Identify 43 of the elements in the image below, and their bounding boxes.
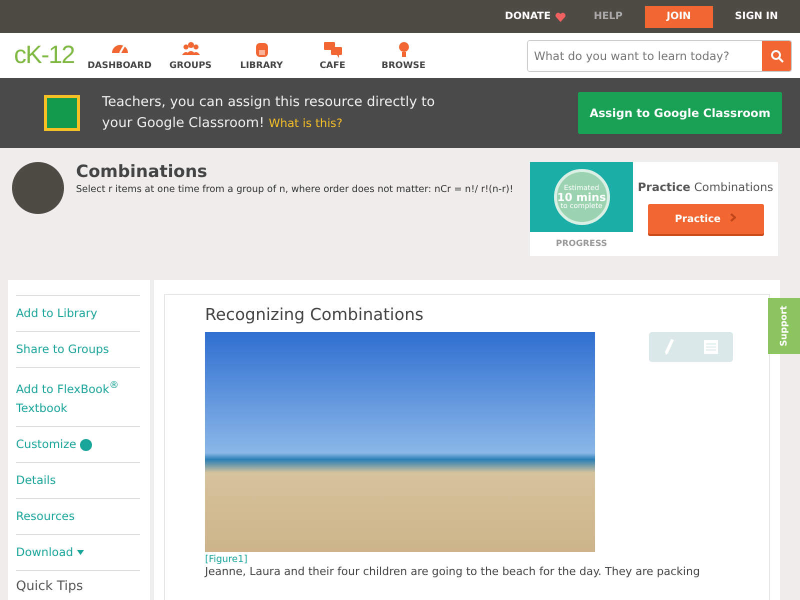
article-paragraph: Jeanne, Laura and their four children are going to the beach for the day. They are packing [205, 565, 701, 578]
assign-button[interactable]: Assign to Google Classroom [578, 92, 782, 134]
search-field[interactable]: What do you want to learn today? [527, 40, 792, 72]
pencil-icon[interactable] [664, 339, 674, 355]
join-button[interactable]: JOIN [644, 6, 713, 28]
heart-icon [554, 12, 566, 22]
what-is-this-link[interactable]: What is this? [268, 116, 343, 130]
practice-title: Practice Combinations [638, 180, 774, 194]
figure-caption[interactable]: [Figure1] [205, 554, 769, 565]
sidebar-link[interactable]: Download [16, 534, 140, 570]
sidebar-link[interactable]: Details [16, 462, 140, 498]
estimate-text: 10 mins [557, 192, 606, 202]
chat-icon [322, 40, 342, 58]
sidebar-link[interactable]: Customize [16, 426, 140, 462]
classroom-icon [44, 95, 80, 131]
practice-button[interactable]: Practice [648, 204, 764, 234]
support-tab[interactable]: Support [768, 298, 800, 354]
logo[interactable]: cK-12 [14, 41, 84, 70]
nav-item[interactable]: CAFE [297, 40, 368, 71]
nav-item[interactable]: GROUPS [155, 40, 226, 71]
notes-icon[interactable] [704, 340, 718, 354]
nav-item[interactable]: DASHBOARD [84, 40, 155, 71]
chevron-icon [730, 213, 736, 222]
progress-label: PROGRESS [556, 239, 608, 249]
concept-title: Combinations [76, 162, 208, 182]
nav-item[interactable]: LIBRARY [226, 40, 297, 71]
help-link[interactable]: HELP [580, 11, 637, 22]
sidebar-link[interactable]: Add to Library [16, 295, 140, 331]
banner-text: Teachers, you can assign this resource directly to your Google Classroom! What is this? [102, 93, 436, 133]
sidebar-link[interactable]: Share to Groups [16, 331, 140, 367]
quick-tips-heading: Quick Tips [16, 570, 140, 600]
sidebar-link[interactable]: Resources [16, 498, 140, 534]
search-button[interactable] [762, 40, 791, 70]
people-icon [180, 40, 200, 58]
sign-in-link[interactable]: SIGN IN [720, 11, 792, 22]
sidebar-link[interactable]: Add to FlexBook$^{®}$ Textbook [16, 367, 140, 426]
search-icon [770, 48, 784, 62]
concept-icon [12, 162, 64, 214]
nav-item[interactable]: BROWSE [368, 40, 439, 71]
concept-description: Select r items at one time from a group of n, where order does not matter: nCr = n!/ r!(n-r)! [76, 184, 514, 195]
caret-icon [77, 550, 84, 556]
donate-link[interactable]: DONATE [490, 11, 580, 22]
article-title: Recognizing Combinations [205, 305, 424, 324]
